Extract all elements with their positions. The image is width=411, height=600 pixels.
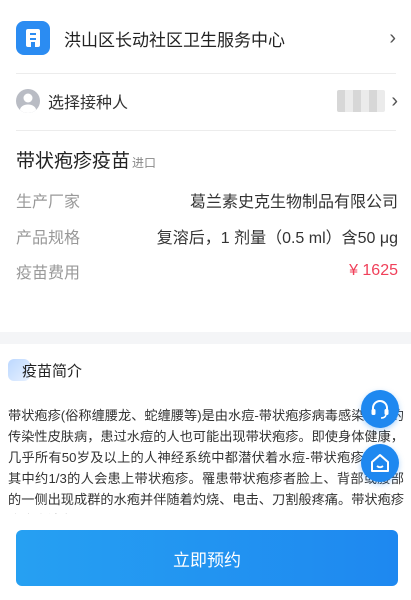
- divider: [16, 130, 396, 131]
- intro-text: 带状疱疹(俗称缠腰龙、蛇缠腰等)是由水痘-带状疱疹病毒感染引起的传染性皮肤病，患…: [8, 408, 404, 528]
- blurred-person-name: [337, 90, 386, 112]
- fee-row: 疫苗费用 ¥ 1625: [16, 260, 398, 282]
- select-person-label: 选择接种人: [48, 95, 129, 112]
- manufacturer-value: 葛兰素史克生物制品有限公司: [189, 194, 398, 211]
- home-button[interactable]: [361, 444, 399, 482]
- intro-title: 疫苗简介: [22, 362, 83, 380]
- manufacturer-label: 生产厂家: [16, 194, 81, 211]
- clinic-icon: [16, 21, 50, 55]
- customer-service-button[interactable]: [361, 390, 399, 428]
- book-now-button[interactable]: 立即预约: [16, 530, 398, 586]
- clinic-name: 洪山区长动社区卫生服务中心: [64, 30, 285, 50]
- select-person-row[interactable]: 选择接种人 ›: [16, 86, 398, 116]
- headset-icon: [371, 400, 389, 419]
- spec-row: 产品规格 复溶后，1 剂量（0.5 ml）含50 μg: [16, 225, 398, 247]
- spec-value: 复溶后，1 剂量（0.5 ml）含50 μg: [156, 230, 398, 247]
- home-icon: [371, 454, 389, 472]
- manufacturer-row: 生产厂家 葛兰素史克生物制品有限公司: [16, 189, 398, 211]
- spec-label: 产品规格: [16, 230, 81, 247]
- user-avatar-icon: [16, 89, 40, 113]
- fee-label: 疫苗费用: [16, 265, 81, 282]
- vaccine-title: 带状疱疹疫苗 进口: [16, 146, 156, 173]
- divider: [16, 73, 396, 74]
- chevron-right-icon: ›: [389, 27, 396, 49]
- clinic-row[interactable]: 洪山区长动社区卫生服务中心 ›: [16, 18, 396, 58]
- vaccine-name: 带状疱疹疫苗: [16, 151, 131, 172]
- chevron-right-icon: ›: [391, 90, 398, 112]
- import-badge: 进口: [132, 156, 157, 170]
- intro-header: 疫苗简介: [8, 355, 82, 385]
- fee-value: ¥ 1625: [349, 262, 398, 279]
